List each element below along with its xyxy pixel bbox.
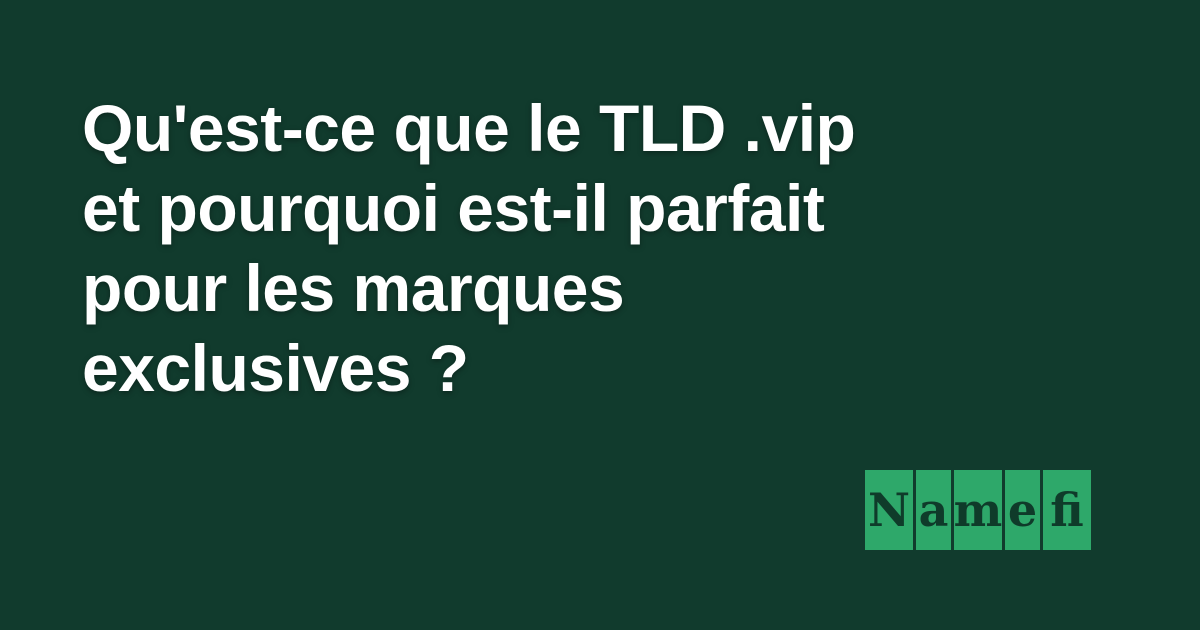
headline-line-3: pour les marques (82, 251, 625, 325)
headline-line-4: exclusives ? (82, 331, 469, 405)
logo-letter-e: e (1005, 470, 1040, 550)
logo-letter-n: N (865, 470, 913, 550)
og-card: Qu'est-ce que le TLD .vip et pourquoi es… (0, 0, 1200, 630)
logo-letter-a: a (916, 470, 951, 550)
logo-letter-m: m (954, 470, 1002, 550)
headline: Qu'est-ce que le TLD .vip et pourquoi es… (82, 88, 1022, 408)
headline-line-2: et pourquoi est-il parfait (82, 171, 825, 245)
namefi-logo: N a m e fi (865, 470, 1091, 550)
logo-letter-fi: fi (1043, 470, 1091, 550)
headline-line-1: Qu'est-ce que le TLD .vip (82, 91, 856, 165)
